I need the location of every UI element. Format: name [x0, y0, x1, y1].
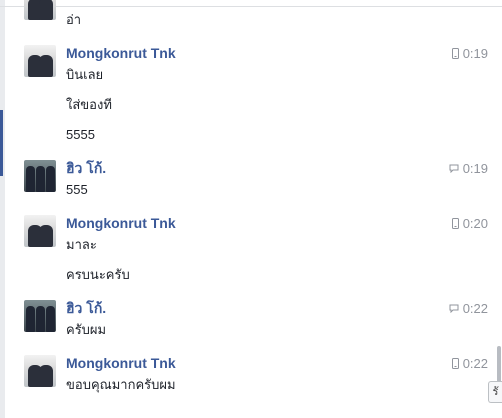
- timestamp: 0:22: [451, 355, 488, 371]
- avatar[interactable]: [24, 0, 56, 20]
- message-text: มาละ: [66, 237, 97, 252]
- avatar[interactable]: [24, 160, 56, 192]
- sender-name[interactable]: Mongkonrut Tnk: [66, 355, 176, 371]
- avatar[interactable]: [24, 300, 56, 332]
- message-text: 555: [66, 182, 88, 197]
- message-text: ขอบคุณมากครับผม: [66, 377, 176, 392]
- mobile-icon: [451, 357, 459, 369]
- message-text: อ่า: [66, 12, 82, 27]
- sender-name[interactable]: Mongkonrut Tnk: [66, 45, 176, 61]
- message-text: บินเลย: [66, 67, 104, 82]
- avatar[interactable]: [24, 215, 56, 247]
- timestamp: 0:19: [449, 160, 488, 176]
- message-text: 5555: [66, 127, 95, 142]
- message-text: ครบนะครับ: [66, 267, 130, 282]
- chat-icon: [449, 304, 459, 313]
- message-text: ใส่ของที: [66, 97, 112, 112]
- sender-name[interactable]: Mongkonrut Tnk: [66, 215, 176, 231]
- message-text: ครับผม: [66, 322, 107, 337]
- timestamp: 0:19: [451, 45, 488, 61]
- chat-icon: [449, 164, 459, 173]
- chat-window: อ่า Mongkonrut Tnk 0:19 บินเลย ใส่ของที …: [0, 0, 502, 418]
- conversation[interactable]: อ่า Mongkonrut Tnk 0:19 บินเลย ใส่ของที …: [0, 0, 495, 418]
- sender-name[interactable]: ฮิว โก้.: [66, 160, 106, 176]
- mobile-icon: [451, 47, 459, 59]
- avatar[interactable]: [24, 355, 56, 387]
- sender-name[interactable]: ฮิว โก้.: [66, 300, 106, 316]
- mobile-icon: [451, 217, 459, 229]
- scrollbar[interactable]: [495, 8, 502, 418]
- timestamp: 0:20: [451, 215, 488, 231]
- timestamp: 0:22: [449, 300, 488, 316]
- corner-tab[interactable]: รั: [488, 381, 502, 403]
- avatar[interactable]: [24, 45, 56, 77]
